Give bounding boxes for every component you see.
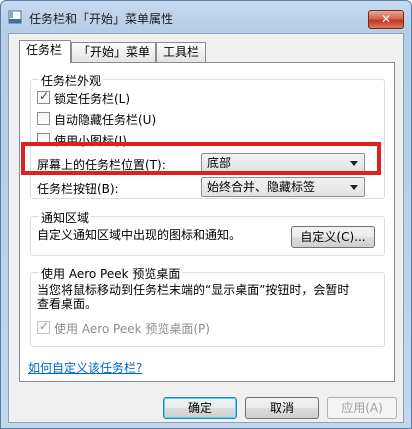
chevron-down-icon [350, 185, 358, 190]
title-bar[interactable]: 任务栏和「开始」菜单属性 ✕ [1, 1, 411, 33]
autohide-label: 自动隐藏任务栏(U) [54, 113, 157, 127]
buttons-select[interactable]: 始终合并、隐藏标签 [201, 177, 365, 197]
dialog-client: 任务栏 「开始」菜单 工具栏 任务栏外观 锁定任务栏(L) 自动隐藏任务栏(U) [8, 33, 404, 423]
taskbar-app-icon [8, 10, 22, 24]
cancel-button-label: 取消 [269, 401, 294, 415]
cancel-button[interactable]: 取消 [245, 397, 319, 419]
aero-peek-group: 使用 Aero Peek 预览桌面 当您将鼠标移动到任务栏末端的“显示桌面”按钮… [30, 265, 385, 347]
aero-peek-checkbox [37, 319, 50, 334]
aero-peek-group-title: 使用 Aero Peek 预览桌面 [39, 265, 183, 282]
lock-taskbar-checkbox[interactable] [37, 89, 50, 104]
aero-peek-label: 使用 Aero Peek 预览桌面(P) [54, 322, 210, 336]
window-title: 任务栏和「开始」菜单属性 [29, 12, 174, 26]
annotation-highlight-box [21, 142, 381, 175]
buttons-label: 任务栏按钮(B): [37, 182, 119, 196]
appearance-group-title: 任务栏外观 [39, 72, 104, 89]
notification-desc: 自定义通知区域中出现的图标和通知。 [37, 228, 242, 242]
ok-button-label: 确定 [187, 401, 212, 415]
tab-toolbars[interactable]: 工具栏 [156, 42, 206, 62]
tab-taskbar-label: 任务栏 [26, 43, 63, 57]
close-icon: ✕ [380, 12, 392, 26]
apply-button: 应用(A) [327, 397, 397, 419]
tab-start-menu[interactable]: 「开始」菜单 [71, 42, 156, 62]
tab-page-taskbar: 任务栏外观 锁定任务栏(L) 自动隐藏任务栏(U) 使用小图标(I) 屏幕上的任… [19, 62, 395, 382]
help-link[interactable]: 如何自定义该任务栏? [28, 359, 142, 376]
buttons-value: 始终合并、隐藏标签 [207, 180, 316, 194]
autohide-checkbox[interactable] [37, 112, 50, 125]
lock-taskbar-label: 锁定任务栏(L) [54, 92, 131, 106]
tab-toolbars-label: 工具栏 [163, 45, 200, 59]
aero-peek-desc-line1: 当您将鼠标移动到任务栏末端的“显示桌面”按钮时，会暂时 [37, 283, 350, 297]
apply-button-label: 应用(A) [341, 401, 383, 415]
dialog-window: 任务栏和「开始」菜单属性 ✕ 任务栏 「开始」菜单 工具栏 任务栏外观 锁定任务 [0, 0, 412, 429]
tab-start-menu-label: 「开始」菜单 [78, 45, 151, 59]
tab-taskbar[interactable]: 任务栏 [19, 40, 71, 63]
customize-button-label: 自定义(C)... [300, 230, 366, 244]
close-button[interactable]: ✕ [368, 10, 404, 29]
notification-group-title: 通知区域 [39, 209, 92, 226]
customize-button[interactable]: 自定义(C)... [291, 226, 375, 248]
appearance-group: 任务栏外观 锁定任务栏(L) 自动隐藏任务栏(U) 使用小图标(I) 屏幕上的任… [30, 72, 385, 199]
ok-button[interactable]: 确定 [163, 397, 237, 419]
notification-group: 通知区域 自定义通知区域中出现的图标和通知。 自定义(C)... [30, 209, 385, 256]
aero-peek-desc-line2: 查看桌面。 [37, 297, 98, 311]
